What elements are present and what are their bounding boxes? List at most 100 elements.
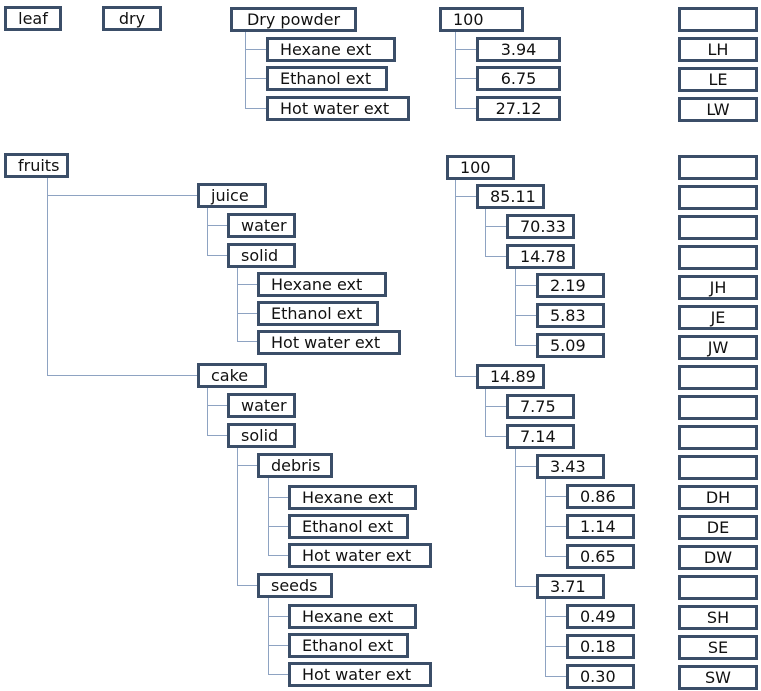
value-box: 3.71 [536, 574, 605, 599]
value-box: 1.14 [566, 514, 635, 539]
connector-line [207, 208, 208, 256]
value-box: 3.43 [536, 454, 605, 479]
code-box: DH [678, 485, 758, 510]
value-box: 7.14 [506, 424, 575, 449]
code-box [678, 575, 758, 600]
connector-line [237, 448, 238, 586]
connector-line [237, 268, 238, 342]
code-box: SE [678, 635, 758, 660]
label-box: Hot water ext [266, 96, 410, 121]
value-box: 0.86 [566, 484, 635, 509]
connector-line [515, 269, 516, 346]
connector-line [485, 226, 506, 227]
connector-line [268, 478, 269, 556]
code-box: DW [678, 545, 758, 570]
connector-line [485, 389, 486, 437]
label-box: solid [227, 423, 296, 448]
code-box [678, 455, 758, 480]
connector-line [207, 405, 227, 406]
label-box: Hot water ext [288, 543, 432, 568]
connector-line [515, 315, 536, 316]
connector-line [545, 526, 566, 527]
connector-line [485, 256, 506, 257]
value-box: 2.19 [536, 273, 605, 298]
label-box: Ethanol ext [266, 66, 388, 91]
connector-line [268, 497, 288, 498]
connector-line [245, 49, 266, 50]
code-box [678, 395, 758, 420]
label-box: cake [197, 363, 267, 388]
connector-line [455, 376, 476, 377]
label-box: Hexane ext [266, 37, 396, 62]
connector-line [515, 449, 516, 587]
label-box: Hexane ext [288, 604, 417, 629]
code-box: LH [678, 37, 758, 62]
label-box: water [227, 393, 296, 418]
connector-line [455, 196, 476, 197]
value-box: 0.30 [566, 664, 635, 689]
connector-line [268, 645, 288, 646]
connector-line [485, 436, 506, 437]
value-box: 85.11 [476, 184, 545, 209]
code-box: JW [678, 335, 758, 360]
value-box: 14.78 [506, 244, 575, 269]
connector-line [237, 341, 257, 342]
code-box: SH [678, 605, 758, 630]
code-box [678, 155, 758, 180]
label-box: Ethanol ext [288, 633, 409, 658]
connector-line [207, 225, 227, 226]
value-box: 100 [439, 7, 524, 32]
connector-line [237, 585, 257, 586]
connector-line [545, 646, 566, 647]
code-box [678, 245, 758, 270]
connector-line [545, 479, 546, 557]
value-box: 0.65 [566, 544, 635, 569]
value-box: 14.89 [476, 364, 545, 389]
connector-line [268, 526, 288, 527]
value-box: 7.75 [506, 394, 575, 419]
connector-line [47, 178, 48, 376]
connector-line [515, 285, 536, 286]
connector-line [545, 496, 566, 497]
label-box: dry [102, 6, 162, 31]
label-box: fruits [4, 153, 69, 178]
label-box: Ethanol ext [257, 301, 379, 326]
connector-line [245, 32, 246, 109]
fractionation-diagram: leaf dry Dry powder Hexane ext Ethanol ext Ho… [0, 0, 761, 691]
code-box: SW [678, 665, 758, 690]
value-box: 100 [446, 155, 515, 180]
label-box: water [227, 213, 296, 238]
connector-line [545, 616, 566, 617]
connector-line [515, 345, 536, 346]
connector-line [485, 406, 506, 407]
label-box: Dry powder [230, 7, 357, 32]
label-box: Ethanol ext [288, 514, 409, 539]
connector-line [207, 255, 227, 256]
label-box: solid [227, 243, 296, 268]
connector-line [237, 284, 257, 285]
connector-line [485, 209, 486, 257]
connector-line [268, 616, 288, 617]
value-box: 27.12 [476, 96, 561, 121]
label-box: debris [257, 453, 333, 478]
code-box [678, 425, 758, 450]
connector-line [207, 435, 227, 436]
connector-line [455, 78, 476, 79]
connector-line [237, 465, 257, 466]
connector-line [455, 108, 476, 109]
label-box: Hot water ext [257, 330, 401, 355]
value-box: 5.09 [536, 333, 605, 358]
code-box [678, 365, 758, 390]
connector-line [237, 313, 257, 314]
connector-line [545, 676, 566, 677]
connector-line [245, 108, 266, 109]
connector-line [268, 674, 288, 675]
label-box: Hexane ext [257, 272, 387, 297]
code-box: LE [678, 67, 758, 92]
label-box: Hexane ext [288, 485, 417, 510]
connector-line [47, 195, 197, 196]
value-box: 5.83 [536, 303, 605, 328]
label-box: juice [197, 183, 267, 208]
label-box: seeds [257, 573, 333, 598]
code-box: JE [678, 305, 758, 330]
